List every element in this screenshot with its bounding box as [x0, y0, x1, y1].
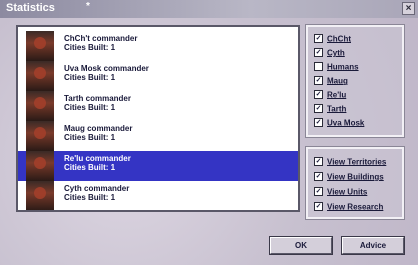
view-buildings-checkbox[interactable]: ✓ View Buildings: [314, 172, 384, 184]
commander-portrait: [26, 151, 54, 181]
checkbox-checked-icon: ✓: [314, 90, 323, 100]
race-checkbox-uva-mosk[interactable]: ✓ Uva Mosk: [314, 118, 364, 130]
checkbox-checked-icon: ✓: [314, 104, 323, 114]
window-title: Statistics: [6, 2, 55, 14]
list-item[interactable]: Cyth commander Cities Built: 1: [18, 181, 298, 210]
race-checkbox-humans[interactable]: Humans: [314, 62, 359, 74]
race-checkbox-relu[interactable]: ✓ Re'lu: [314, 90, 346, 102]
race-checkbox-tarth[interactable]: ✓ Tarth: [314, 104, 346, 116]
cities-built: Cities Built: 1: [64, 163, 116, 172]
view-territories-checkbox[interactable]: ✓ View Territories: [314, 157, 386, 169]
statistics-window: Statistics * × ChCh't commander Cities B…: [0, 0, 418, 265]
commander-portrait: [26, 31, 54, 61]
race-filter-group: ✓ ChCht ✓ Cyth Humans ✓ Maug ✓ Re'lu ✓ Tarth …: [305, 24, 405, 138]
commander-name: ChCh't commander: [64, 34, 138, 43]
commander-name: Cyth commander: [64, 184, 130, 193]
list-item[interactable]: ChCh't commander Cities Built: 1: [18, 31, 298, 61]
view-research-checkbox[interactable]: ✓ View Research: [314, 202, 383, 214]
cities-built: Cities Built: 1: [64, 133, 116, 142]
commander-portrait: [26, 121, 54, 151]
checkbox-checked-icon: ✓: [314, 76, 323, 86]
cities-built: Cities Built: 1: [64, 43, 116, 52]
commander-portrait: [26, 91, 54, 121]
checkbox-checked-icon: ✓: [314, 48, 323, 58]
commander-name: Uva Mosk commander: [64, 64, 149, 73]
advice-button[interactable]: Advice: [341, 236, 405, 255]
view-units-checkbox[interactable]: ✓ View Units: [314, 187, 367, 199]
commander-name: Maug commander: [64, 124, 133, 133]
commander-portrait: [26, 61, 54, 91]
race-checkbox-maug[interactable]: ✓ Maug: [314, 76, 348, 88]
list-item-selected[interactable]: Re'lu commander Cities Built: 1: [18, 151, 298, 181]
close-icon[interactable]: ×: [402, 2, 415, 15]
commander-list[interactable]: ChCh't commander Cities Built: 1 Uva Mos…: [16, 25, 300, 212]
checkbox-checked-icon: ✓: [314, 172, 323, 182]
title-marker: *: [86, 1, 90, 12]
race-checkbox-cyth[interactable]: ✓ Cyth: [314, 48, 345, 60]
cities-built: Cities Built: 1: [64, 73, 116, 82]
title-bar[interactable]: Statistics * ×: [0, 0, 418, 18]
list-item[interactable]: Tarth commander Cities Built: 1: [18, 91, 298, 121]
ok-button[interactable]: OK: [269, 236, 333, 255]
checkbox-checked-icon: ✓: [314, 34, 323, 44]
cities-built: Cities Built: 1: [64, 103, 116, 112]
commander-name: Re'lu commander: [64, 154, 131, 163]
checkbox-checked-icon: ✓: [314, 157, 323, 167]
checkbox-checked-icon: ✓: [314, 118, 323, 128]
checkbox-checked-icon: ✓: [314, 187, 323, 197]
commander-name: Tarth commander: [64, 94, 131, 103]
cities-built: Cities Built: 1: [64, 193, 116, 202]
checkbox-unchecked-icon: [314, 62, 323, 72]
commander-portrait: [26, 181, 54, 210]
view-filter-group: ✓ View Territories ✓ View Buildings ✓ View …: [305, 146, 405, 220]
list-item[interactable]: Maug commander Cities Built: 1: [18, 121, 298, 151]
race-checkbox-chcht[interactable]: ✓ ChCht: [314, 34, 351, 46]
list-item[interactable]: Uva Mosk commander Cities Built: 1: [18, 61, 298, 91]
checkbox-checked-icon: ✓: [314, 202, 323, 212]
